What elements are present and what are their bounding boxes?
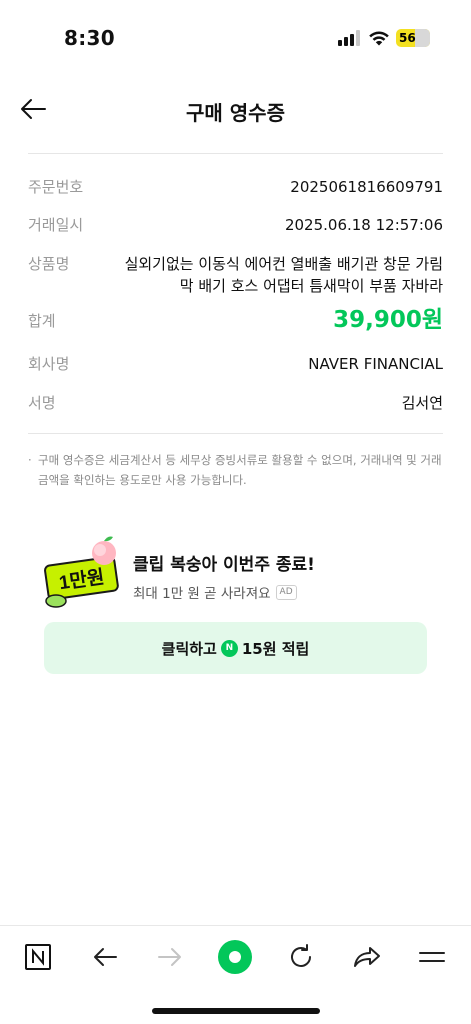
ad-tag: AD xyxy=(275,584,297,600)
page-title: 구매 영수증 xyxy=(186,101,285,125)
forward-nav-button[interactable] xyxy=(153,940,187,974)
battery-icon: 56 xyxy=(396,29,430,47)
promo-subtitle-text: 최대 1만 원 곧 사라져요 xyxy=(133,586,271,602)
back-nav-button[interactable] xyxy=(88,940,122,974)
total-label: 합계 xyxy=(28,312,56,330)
click-reward-button[interactable]: 클릭하고 N 15원 적립 xyxy=(44,622,427,674)
share-button[interactable] xyxy=(350,940,384,974)
receipt-notice: · 구매 영수증은 세금계산서 등 세무상 증빙서류로 활용할 수 없으며, 거… xyxy=(28,450,443,490)
green-dot-button[interactable] xyxy=(218,940,252,974)
naver-home-button[interactable] xyxy=(21,940,55,974)
total-value: 39,900원 xyxy=(333,307,443,333)
cellular-signal-icon xyxy=(338,30,360,46)
back-arrow-icon xyxy=(94,948,117,966)
product-name-row: 상품명 실외기없는 이동식 에어컨 열배출 배기관 창문 가림막 배기 호스 어… xyxy=(28,253,443,297)
company-value: NAVER FINANCIAL xyxy=(308,355,443,373)
receipt-notice-text: 구매 영수증은 세금계산서 등 세무상 증빙서류로 활용할 수 없으며, 거래내… xyxy=(38,453,442,487)
home-indicator[interactable] xyxy=(152,1008,320,1014)
product-name-value: 실외기없는 이동식 에어컨 열배출 배기관 창문 가림막 배기 호스 어댑터 틈… xyxy=(124,255,443,295)
company-row: 회사명 NAVER FINANCIAL xyxy=(28,353,443,375)
wifi-icon xyxy=(369,31,389,46)
browser-toolbar xyxy=(0,925,471,987)
signature-label: 서명 xyxy=(28,394,56,412)
refresh-icon xyxy=(291,944,311,967)
order-number-label: 주문번호 xyxy=(28,178,84,196)
bullet-icon: · xyxy=(28,453,32,467)
status-bar: 8:30 56 xyxy=(0,0,471,74)
forward-arrow-icon xyxy=(158,948,181,966)
promo-banner[interactable]: 1만원 클립 복숭아 이번주 종료! 최대 1만 원 곧 사라져요 AD xyxy=(44,535,427,615)
menu-button[interactable] xyxy=(415,940,449,974)
promo-subtitle: 최대 1만 원 곧 사라져요 AD xyxy=(133,582,297,602)
product-name-label: 상품명 xyxy=(28,255,70,273)
green-dot-icon xyxy=(218,940,252,974)
order-number-value: 2025061816609791 xyxy=(290,178,443,196)
transaction-date-label: 거래일시 xyxy=(28,216,84,234)
transaction-date-value: 2025.06.18 12:57:06 xyxy=(284,216,443,234)
order-number-row: 주문번호 2025061816609791 xyxy=(28,176,443,198)
total-row: 합계 39,900원 xyxy=(28,307,443,334)
promo-title: 클립 복숭아 이번주 종료! xyxy=(133,555,315,575)
naver-home-icon xyxy=(25,944,51,970)
naver-pay-coin-icon: N xyxy=(220,639,238,657)
signature-value: 김서연 xyxy=(401,394,443,412)
header: 구매 영수증 xyxy=(0,80,471,140)
refresh-button[interactable] xyxy=(284,940,318,974)
company-label: 회사명 xyxy=(28,355,70,373)
share-icon xyxy=(354,947,380,967)
divider xyxy=(28,153,443,154)
divider xyxy=(28,433,443,434)
menu-icon xyxy=(419,952,445,962)
reward-button-suffix: 15원 적립 xyxy=(241,639,310,658)
peach-coin-badge-icon: 1만원 xyxy=(44,536,119,608)
battery-level: 56 xyxy=(399,31,416,45)
reward-button-prefix: 클릭하고 xyxy=(161,639,217,658)
signature-row: 서명 김서연 xyxy=(28,392,443,414)
transaction-date-row: 거래일시 2025.06.18 12:57:06 xyxy=(28,214,443,236)
status-time: 8:30 xyxy=(64,26,115,50)
